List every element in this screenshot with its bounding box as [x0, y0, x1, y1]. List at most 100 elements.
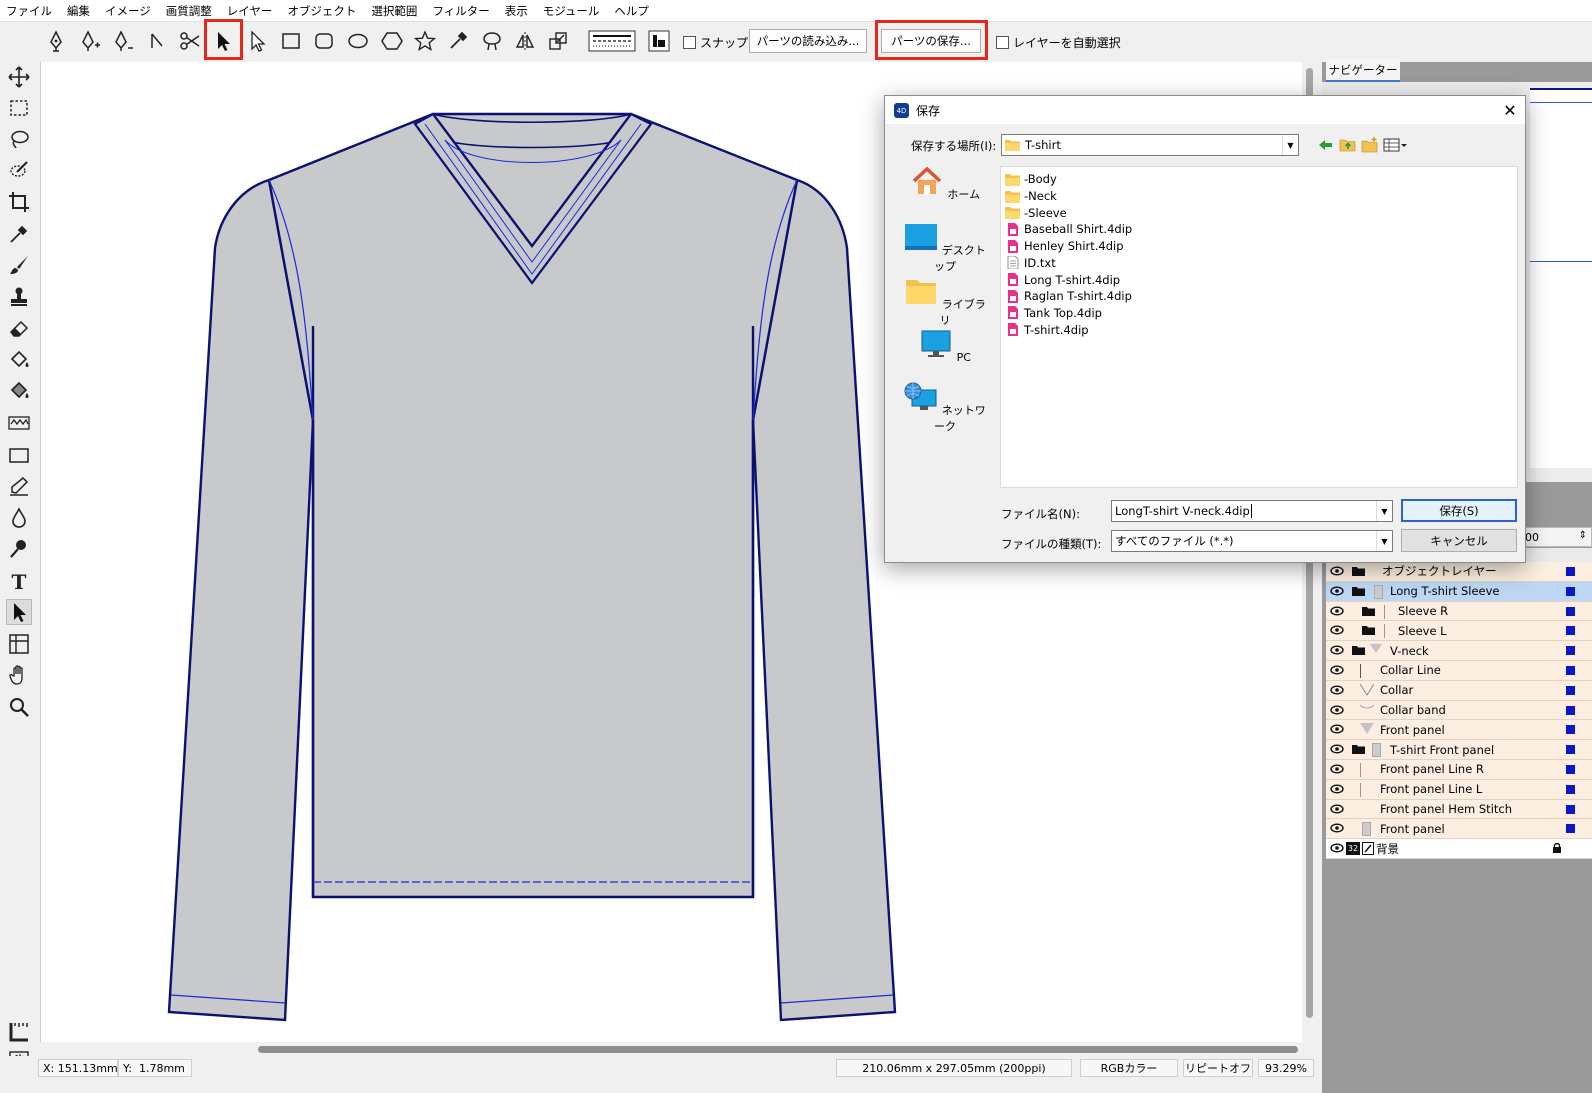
close-icon[interactable]: ✕: [1499, 99, 1521, 121]
add-anchor-pen-icon[interactable]: [75, 26, 105, 56]
list-item[interactable]: Henley Shirt.4dip: [1005, 238, 1124, 255]
menu-module[interactable]: モジュール: [543, 3, 600, 19]
eye-icon[interactable]: [1330, 704, 1344, 716]
pattern-icon[interactable]: [6, 410, 32, 436]
lock-icon[interactable]: [1552, 842, 1562, 854]
pen-tool-icon[interactable]: [41, 26, 71, 56]
folder-icon[interactable]: [1362, 606, 1376, 617]
menu-view[interactable]: 表示: [505, 3, 528, 19]
edit-icon[interactable]: [1362, 842, 1374, 856]
place-library[interactable]: ライブラリ: [901, 276, 989, 328]
cancel-button[interactable]: キャンセル: [1401, 529, 1517, 552]
ellipse-shape-icon[interactable]: [343, 26, 373, 56]
horizontal-scroll-thumb[interactable]: [258, 1046, 1298, 1053]
folder-open-icon[interactable]: [1352, 645, 1366, 656]
eye-icon[interactable]: [1330, 763, 1344, 775]
eye-icon[interactable]: [1330, 624, 1344, 636]
place-pc[interactable]: PC: [901, 329, 989, 364]
chevron-down-icon[interactable]: ▼: [1376, 501, 1392, 521]
list-item[interactable]: -Body: [1005, 171, 1057, 188]
tab-navigator[interactable]: ナビゲーター: [1326, 59, 1400, 82]
navigator-preview[interactable]: [1530, 88, 1592, 468]
object-select-icon[interactable]: [6, 599, 32, 625]
eye-icon[interactable]: [1330, 803, 1344, 815]
flip-icon[interactable]: [510, 26, 540, 56]
text-tool-icon[interactable]: T: [6, 568, 32, 594]
direct-selection-icon[interactable]: [242, 26, 272, 56]
menu-layer[interactable]: レイヤー: [227, 3, 273, 19]
list-item[interactable]: ID.txt: [1005, 255, 1056, 272]
folder-open-icon[interactable]: [1352, 744, 1366, 755]
eye-icon[interactable]: [1330, 644, 1344, 656]
place-home[interactable]: ホーム: [901, 166, 989, 202]
layer-row[interactable]: Collar: [1326, 680, 1592, 701]
blur-drop-icon[interactable]: [6, 505, 32, 531]
folder-open-icon[interactable]: [1352, 586, 1366, 597]
layer-row-background[interactable]: 32 背景: [1326, 839, 1592, 859]
layer-row[interactable]: Collar band: [1326, 700, 1592, 721]
lasso-icon[interactable]: [6, 126, 32, 152]
eye-icon[interactable]: [1330, 822, 1344, 834]
layer-row[interactable]: V-neck: [1326, 641, 1592, 661]
list-item[interactable]: T-shirt.4dip: [1005, 321, 1089, 338]
layer-row[interactable]: Front panel: [1326, 720, 1592, 741]
stamp-icon[interactable]: [6, 284, 32, 310]
polygon-shape-icon[interactable]: [377, 26, 407, 56]
filetype-dropdown[interactable]: すべてのファイル (*.*) ▼: [1111, 530, 1393, 552]
transform-icon[interactable]: [543, 26, 573, 56]
new-folder-icon[interactable]: [1361, 136, 1379, 154]
layer-row[interactable]: Collar Line: [1326, 660, 1592, 681]
pen-draw-icon[interactable]: [6, 473, 32, 499]
line-style-icon[interactable]: [588, 26, 636, 56]
list-item[interactable]: Baseball Shirt.4dip: [1005, 221, 1132, 238]
navigator-view-box[interactable]: [1530, 102, 1592, 262]
smudge-icon[interactable]: [6, 536, 32, 562]
view-menu-icon[interactable]: [1383, 136, 1409, 154]
load-parts-button[interactable]: パーツの読み込み...: [749, 29, 867, 53]
eye-icon[interactable]: [1330, 743, 1344, 755]
layer-row[interactable]: Front panel Line R: [1326, 759, 1592, 780]
star-shape-icon[interactable]: [410, 26, 440, 56]
folder-icon[interactable]: [1362, 625, 1376, 636]
save-location-dropdown[interactable]: T-shirt ▼: [1001, 134, 1299, 156]
align-icon[interactable]: [644, 26, 674, 56]
brush-icon[interactable]: [6, 252, 32, 278]
lasso-shape-icon[interactable]: [477, 26, 507, 56]
eye-icon[interactable]: [1330, 565, 1344, 577]
navigator-zoom-field[interactable]: 00 ⇕: [1518, 527, 1592, 547]
auto-select-layer-box[interactable]: [996, 36, 1009, 49]
eye-icon[interactable]: [1330, 783, 1344, 795]
auto-select-layer-checkbox[interactable]: レイヤーを自動選択: [996, 34, 1121, 51]
grid-transform-icon[interactable]: [6, 631, 32, 657]
snap-checkbox-box[interactable]: [683, 36, 696, 49]
layer-row[interactable]: Sleeve R: [1326, 601, 1592, 622]
menu-file[interactable]: ファイル: [6, 3, 52, 19]
list-item[interactable]: -Sleeve: [1005, 204, 1067, 221]
rounded-rect-shape-icon[interactable]: [309, 26, 339, 56]
eye-icon[interactable]: [1330, 684, 1344, 696]
rectangle-icon[interactable]: [6, 442, 32, 468]
paint-bucket-icon[interactable]: [6, 347, 32, 373]
filename-field[interactable]: LongT-shirt V-neck.4dip ▼: [1111, 500, 1393, 522]
layer-row[interactable]: Front panel Line L: [1326, 779, 1592, 800]
hand-icon[interactable]: [6, 662, 32, 688]
list-item[interactable]: -Neck: [1005, 188, 1057, 205]
eye-icon[interactable]: [1330, 605, 1344, 617]
menu-help[interactable]: ヘルプ: [614, 3, 649, 19]
chevron-down-icon[interactable]: ▼: [1282, 135, 1298, 155]
eye-icon[interactable]: [1330, 664, 1344, 676]
horizontal-scrollbar[interactable]: [40, 1042, 1316, 1056]
save-button[interactable]: 保存(S): [1401, 499, 1517, 522]
menu-edit[interactable]: 編集: [67, 3, 90, 19]
menu-adjust[interactable]: 画質調整: [166, 3, 212, 19]
layer-row[interactable]: Front panel Hem Stitch: [1326, 799, 1592, 820]
layer-row[interactable]: Sleeve L: [1326, 621, 1592, 642]
eye-icon[interactable]: [1330, 842, 1344, 854]
folder-open-icon[interactable]: [1352, 566, 1366, 577]
marquee-select-icon[interactable]: [6, 95, 32, 121]
crop-icon[interactable]: [6, 189, 32, 215]
list-item[interactable]: Tank Top.4dip: [1005, 305, 1102, 322]
move-icon[interactable]: [6, 64, 32, 90]
chevron-down-icon[interactable]: ▼: [1376, 531, 1392, 551]
place-network[interactable]: ネットワーク: [901, 382, 989, 434]
